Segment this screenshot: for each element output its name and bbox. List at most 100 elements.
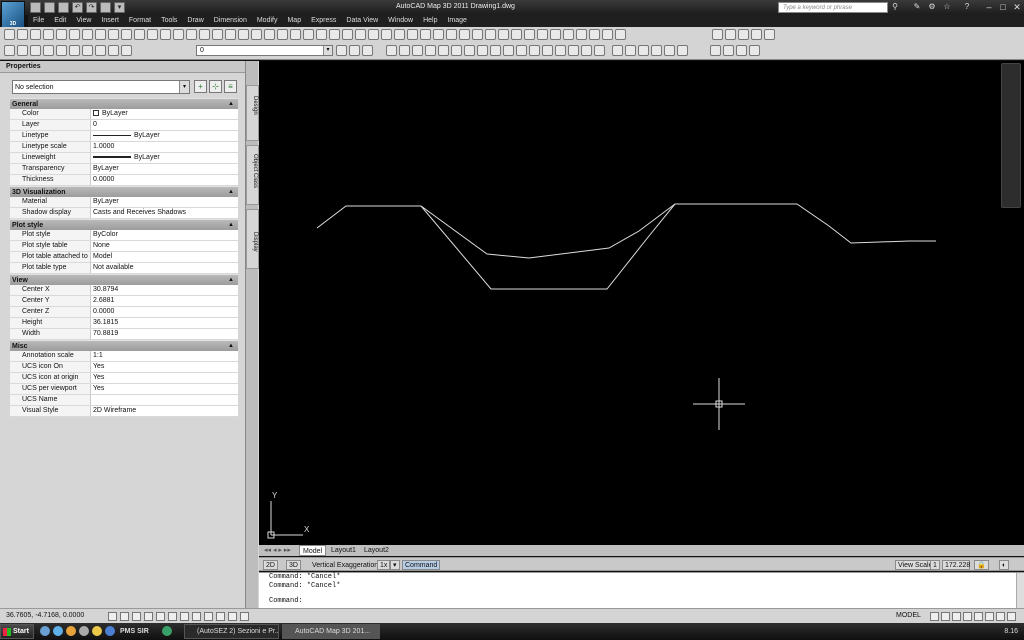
close-button[interactable]: ✕ [1010,1,1024,13]
selection-dropdown[interactable]: No selection ▾ [12,80,190,94]
menu-insert[interactable]: Insert [96,15,124,27]
property-value-cell[interactable]: ByLayer [91,109,238,119]
tab-layout2[interactable]: Layout2 [361,545,392,556]
status-tool-icon[interactable] [930,612,939,621]
tool-icon[interactable] [349,45,360,56]
property-row[interactable]: Transparency ByLayer [10,164,238,175]
3d-button[interactable]: 3D [286,560,301,570]
tool-icon[interactable] [472,29,483,40]
property-row[interactable]: Center Z 0.0000 [10,307,238,318]
tool-icon[interactable] [542,45,553,56]
view-scale-value[interactable]: 1 [930,560,940,570]
property-row[interactable]: Layer 0 [10,120,238,131]
search-icon[interactable]: ⚲ [890,2,900,12]
property-value-cell[interactable]: 30.8794 [91,285,238,295]
maximize-button[interactable]: □ [996,1,1010,13]
redo-icon[interactable]: ↷ [86,2,97,13]
tool-icon[interactable] [550,29,561,40]
property-row[interactable]: Lineweight ByLayer [10,153,238,164]
tool-icon[interactable] [399,45,410,56]
tab-layout1[interactable]: Layout1 [328,545,359,556]
status-tool-icon[interactable] [941,612,950,621]
tab-design[interactable]: Design [246,85,259,141]
tools-icon[interactable]: ✎ [912,2,922,12]
tool-icon[interactable] [290,29,301,40]
property-row[interactable]: UCS Name [10,395,238,406]
property-row[interactable]: UCS per viewport Yes [10,384,238,395]
tool-icon[interactable] [511,29,522,40]
property-value-cell[interactable]: ByLayer [91,131,238,141]
tool-icon[interactable] [751,29,762,40]
tool-icon[interactable] [134,29,145,40]
tool-icon[interactable] [537,29,548,40]
property-row[interactable]: Linetype ByLayer [10,131,238,142]
tool-icon[interactable] [342,29,353,40]
section-header-general[interactable]: General ▲ [10,98,238,109]
tool-icon[interactable] [4,29,15,40]
tool-icon[interactable] [277,29,288,40]
property-row[interactable]: Center Y 2.6881 [10,296,238,307]
minimize-button[interactable]: – [982,1,996,13]
tool-icon[interactable] [186,29,197,40]
property-row[interactable]: Linetype scale 1.0000 [10,142,238,153]
tool-icon[interactable] [464,45,475,56]
tool-icon[interactable] [394,29,405,40]
star-icon[interactable]: ☆ [942,2,952,12]
tool-icon[interactable] [407,29,418,40]
menu-map[interactable]: Map [282,15,306,27]
tool-icon[interactable] [612,45,623,56]
property-value-cell[interactable]: Yes [91,384,238,394]
property-row[interactable]: Thickness 0.0000 [10,175,238,186]
status-tool-icon[interactable] [996,612,1005,621]
property-row[interactable]: Material ByLayer [10,197,238,208]
property-row[interactable]: Height 36.1815 [10,318,238,329]
menu-format[interactable]: Format [124,15,156,27]
quick-select-button[interactable]: ≡ [224,80,237,93]
tool-icon[interactable] [498,29,509,40]
save-icon[interactable] [58,2,69,13]
new-file-icon[interactable] [30,2,41,13]
property-value-cell[interactable]: Casts and Receives Shadows [91,208,238,218]
property-value-cell[interactable]: 2.6881 [91,296,238,306]
menu-modify[interactable]: Modify [252,15,283,27]
property-row[interactable]: UCS icon On Yes [10,362,238,373]
property-row[interactable]: Width 70.8819 [10,329,238,340]
menu-view[interactable]: View [71,15,96,27]
tool-icon[interactable] [82,29,93,40]
status-toggle-icon[interactable] [180,612,189,621]
drawing-viewport[interactable]: Y X [259,61,1024,545]
tool-icon[interactable] [43,45,54,56]
property-value-cell[interactable]: ByLayer [91,164,238,174]
status-toggle-icon[interactable] [168,612,177,621]
qat-dropdown-icon[interactable]: ▾ [114,2,125,13]
tool-icon[interactable] [563,29,574,40]
tab-display[interactable]: Display [246,209,259,269]
section-header-3d-visualization[interactable]: 3D Visualization ▲ [10,186,238,197]
tool-icon[interactable] [160,29,171,40]
folder-icon[interactable] [92,626,102,636]
tool-icon[interactable] [412,45,423,56]
tool-icon[interactable] [446,29,457,40]
quicklaunch-icon[interactable] [40,626,50,636]
network-icon[interactable]: ⚙ [927,2,937,12]
tool-icon[interactable] [651,45,662,56]
layer-combo[interactable]: 0 ▾ [196,45,333,56]
tool-icon[interactable] [664,45,675,56]
property-value-cell[interactable]: Model [91,252,238,262]
tool-icon[interactable] [420,29,431,40]
tool-icon[interactable] [581,45,592,56]
tool-icon[interactable] [108,29,119,40]
property-value-cell[interactable]: Yes [91,373,238,383]
property-row[interactable]: UCS icon at origin Yes [10,373,238,384]
tool-icon[interactable] [712,29,723,40]
tool-icon[interactable] [30,29,41,40]
tool-icon[interactable] [362,45,373,56]
property-value-cell[interactable]: 36.1815 [91,318,238,328]
status-toggle-icon[interactable] [144,612,153,621]
status-toggle-icon[interactable] [192,612,201,621]
app-icon[interactable] [162,626,172,636]
taskbar-item-autocad[interactable]: AutoCAD Map 3D 201... [282,624,380,639]
tool-icon[interactable] [329,29,340,40]
tool-icon[interactable] [212,29,223,40]
tool-icon[interactable] [4,45,15,56]
